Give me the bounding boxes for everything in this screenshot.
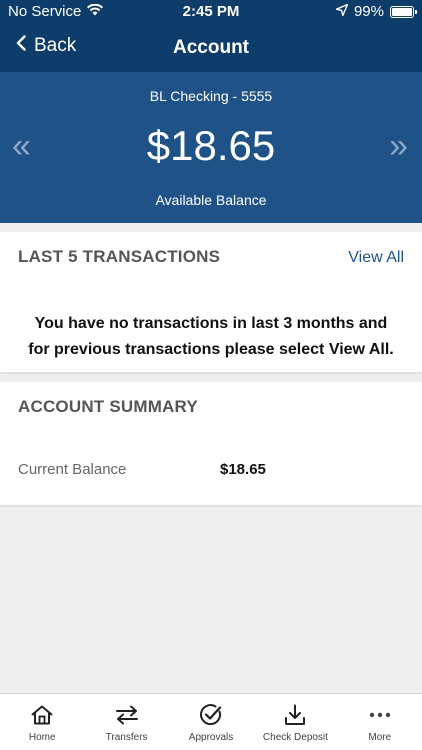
balance-panel: BL Checking - 5555 « $18.65 » Available … [0,72,422,223]
balance-amount: $18.65 [146,122,276,169]
battery-icon [390,5,417,18]
empty-message-line-1: You have no transactions in last 3 month… [34,315,388,332]
check-deposit-icon [284,703,306,727]
tab-more-label: More [368,732,392,743]
tab-home-label: Home [28,732,56,743]
transactions-card: LAST 5 TRANSACTIONS View All You have no… [0,232,422,372]
view-all-link[interactable]: View All [348,249,404,267]
more-icon [369,703,391,727]
empty-transactions-message: You have no transactions in last 3 month… [10,311,412,363]
account-summary-card: ACCOUNT SUMMARY Current Balance $18.65 [0,382,422,505]
status-right: 99% [335,3,417,20]
tab-transfers[interactable]: Transfers [84,694,168,750]
approvals-icon [199,703,223,727]
next-account-button[interactable]: » [389,129,408,163]
transactions-title: LAST 5 TRANSACTIONS [18,247,221,266]
current-balance-value: $18.65 [220,461,266,478]
tab-transfers-label: Transfers [105,732,148,743]
battery-percent: 99% [353,3,384,20]
current-balance-label: Current Balance [18,461,127,478]
tab-check-deposit-label: Check Deposit [262,732,328,743]
tab-more[interactable]: More [338,694,422,750]
tab-approvals[interactable]: Approvals [169,694,253,750]
account-name: BL Checking - 5555 [149,88,273,104]
summary-title: ACCOUNT SUMMARY [18,397,198,416]
location-arrow-icon [335,3,349,20]
tab-approvals-label: Approvals [188,732,234,743]
transfers-icon [115,703,139,727]
tab-bar: Home Transfers Approvals Check Deposit M… [0,693,422,750]
tab-home[interactable]: Home [0,694,84,750]
available-balance-label: Available Balance [155,192,267,208]
home-icon [31,703,53,727]
empty-message-line-2: for previous transactions please select … [28,341,394,358]
nav-bar: Back Account [0,24,422,72]
page-title: Account [173,37,249,58]
status-bar: No Service 2:45 PM 99% [0,0,422,24]
tab-check-deposit[interactable]: Check Deposit [253,694,337,750]
